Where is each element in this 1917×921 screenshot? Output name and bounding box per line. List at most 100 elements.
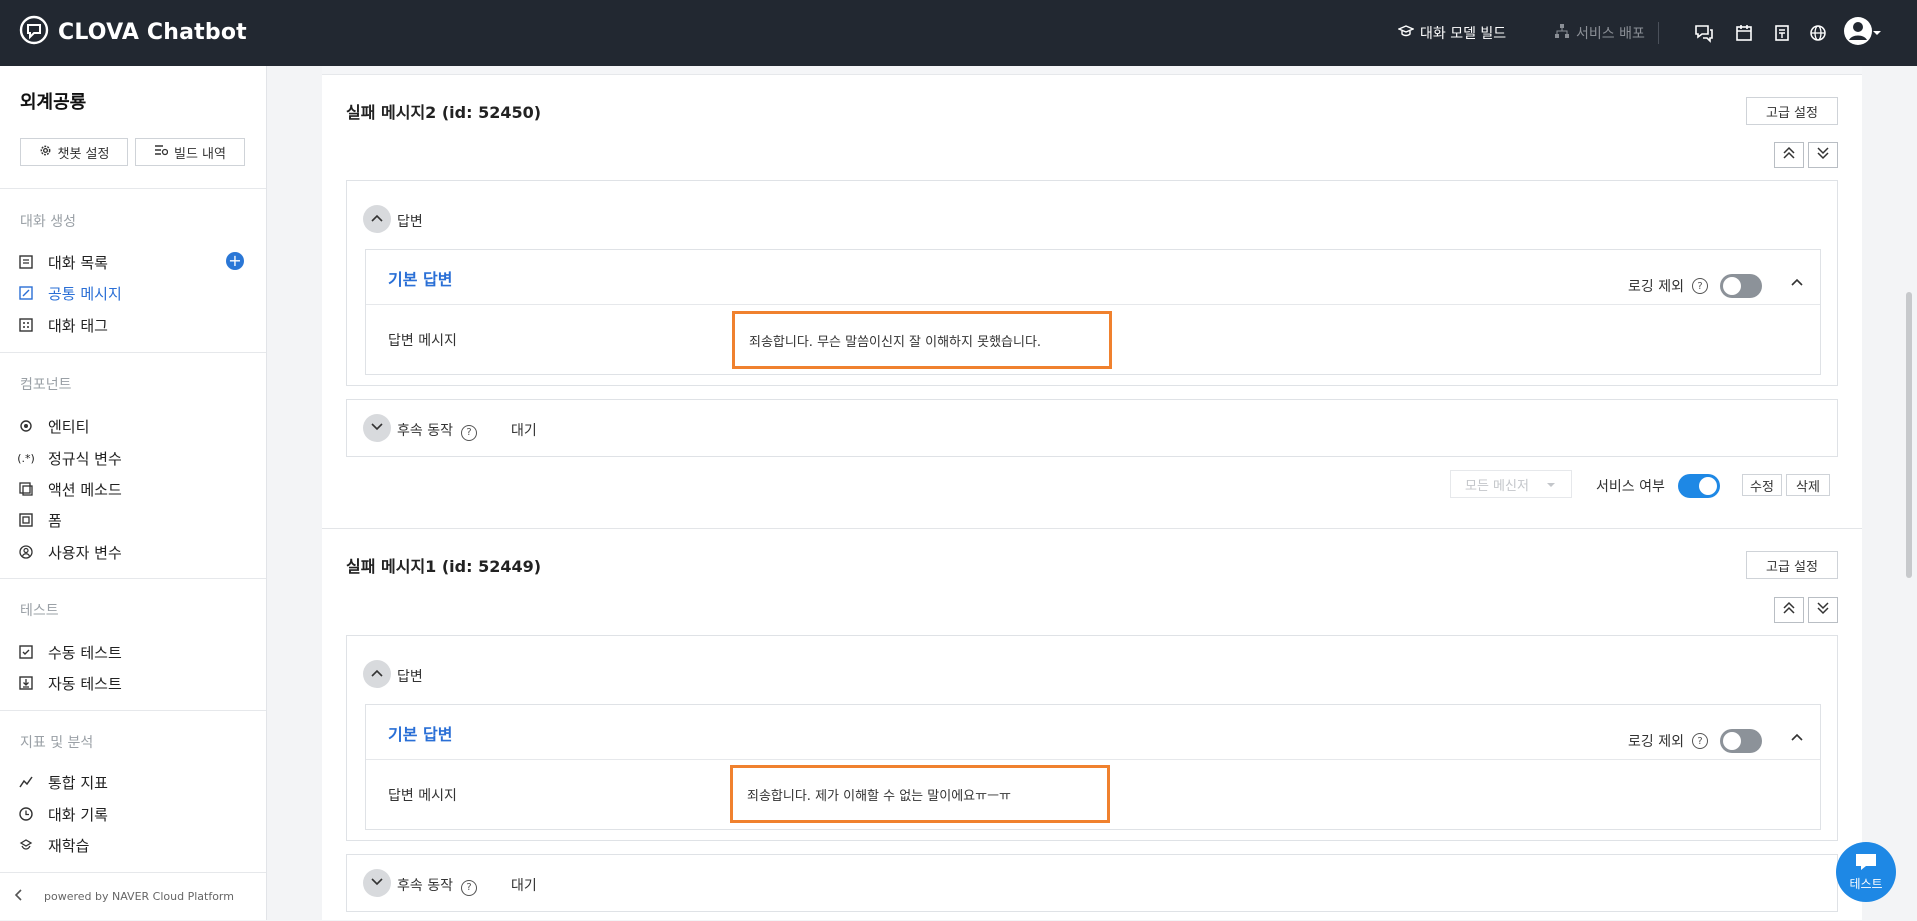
section-title-component: 컴포넌트	[20, 377, 72, 393]
sidebar-divider	[0, 710, 266, 711]
advanced-settings-button[interactable]: 고급 설정	[1746, 551, 1838, 579]
sidebar-item-label: 재학습	[48, 836, 90, 855]
answer-collapse-button[interactable]	[363, 205, 391, 233]
sidebar-item-common-message[interactable]: 공통 메시지	[18, 281, 248, 305]
double-chevron-up-icon	[1782, 601, 1796, 619]
sidebar-item-entity[interactable]: 엔티티	[18, 414, 248, 438]
default-answer-title: 기본 답변	[388, 270, 453, 289]
calendar-edit-icon[interactable]	[1732, 21, 1756, 45]
sidebar: 외계공룡 챗봇 설정 빌드 내역 대화 생성 대화 목록 + 공통 메시지 대화…	[0, 66, 267, 920]
message-card: 실패 메시지2 (id: 52450) 고급 설정 답변 기본 답변 로깅 제외…	[322, 66, 1862, 529]
chevron-up-icon	[370, 667, 384, 682]
caret-down-icon	[1546, 477, 1555, 492]
build-button[interactable]: 대화 모델 빌드	[1397, 20, 1506, 46]
answer-label: 답변	[397, 669, 423, 685]
follow-action-label: 후속 동작?	[397, 420, 477, 441]
chevron-up-icon[interactable]	[1790, 276, 1804, 291]
default-answer-title: 기본 답변	[388, 725, 453, 744]
globe-icon[interactable]	[1806, 21, 1830, 45]
card-top-edge	[322, 66, 1862, 75]
default-answer-box: 기본 답변 로깅 제외 ? 답변 메시지 죄송합니다. 제가 이해할 수 없는 …	[365, 704, 1821, 830]
follow-action-section: 후속 동작? 대기	[346, 399, 1838, 457]
collapse-sidebar-icon[interactable]	[14, 888, 24, 906]
messenger-select[interactable]: 모든 메신저	[1450, 470, 1572, 498]
logging-label: 로깅 제외	[1628, 734, 1684, 750]
sidebar-item-label: 대화 태그	[48, 316, 108, 335]
plus-icon: +	[228, 251, 242, 270]
line-chart-icon	[18, 774, 34, 790]
tag-grid-icon	[18, 317, 34, 333]
retrain-icon	[18, 837, 34, 853]
sidebar-item-dialog-log[interactable]: 대화 기록	[18, 802, 248, 826]
move-bottom-button[interactable]	[1808, 142, 1838, 168]
messenger-select-value: 모든 메신저	[1465, 478, 1529, 494]
sidebar-item-manual-test[interactable]: 수동 테스트	[18, 640, 248, 664]
delete-button[interactable]: 삭제	[1786, 474, 1830, 496]
sidebar-item-regex[interactable]: (.*) 정규식 변수	[17, 446, 248, 470]
help-icon[interactable]: ?	[1692, 278, 1708, 294]
message-title: 실패 메시지1 (id: 52449)	[346, 557, 542, 576]
sidebar-item-auto-test[interactable]: 자동 테스트	[18, 671, 248, 695]
brand[interactable]: CLOVA Chatbot	[18, 14, 247, 50]
move-top-button[interactable]	[1774, 597, 1804, 623]
follow-action-expand-button[interactable]	[363, 869, 391, 897]
follow-action-text: 후속 동작	[397, 878, 453, 894]
answer-message-text[interactable]: 죄송합니다. 무슨 말씀이신지 잘 이해하지 못했습니다.	[732, 311, 1112, 369]
sidebar-item-label: 자동 테스트	[48, 674, 122, 693]
message-edit-icon	[18, 285, 34, 301]
follow-action-expand-button[interactable]	[363, 414, 391, 442]
logging-toggle[interactable]	[1720, 729, 1762, 753]
logging-toggle[interactable]	[1720, 274, 1762, 298]
sidebar-item-action-method[interactable]: 액션 메소드	[18, 477, 248, 501]
document-icon[interactable]	[1770, 21, 1794, 45]
sidebar-item-dialog-list[interactable]: 대화 목록	[18, 250, 248, 274]
card-actions: 모든 메신저 서비스 여부 수정 삭제	[322, 470, 1862, 500]
help-icon[interactable]: ?	[460, 879, 477, 896]
help-icon[interactable]: ?	[460, 424, 477, 441]
answer-message-text[interactable]: 죄송합니다. 제가 이해할 수 없는 말이에요ㅠㅡㅠ	[730, 765, 1110, 823]
chatbot-settings-button[interactable]: 챗봇 설정	[20, 138, 128, 166]
build-history-button[interactable]: 빌드 내역	[135, 138, 245, 166]
move-top-button[interactable]	[1774, 142, 1804, 168]
test-chat-button[interactable]: 테스트	[1836, 842, 1896, 902]
section-title-analytics: 지표 및 분석	[20, 735, 94, 751]
build-list-icon	[154, 144, 169, 161]
sidebar-item-label: 수동 테스트	[48, 643, 122, 662]
sidebar-item-retrain[interactable]: 재학습	[18, 833, 248, 857]
sidebar-item-label: 공통 메시지	[48, 284, 122, 303]
help-icon[interactable]: ?	[1692, 733, 1708, 749]
logging-exclude: 로깅 제외 ?	[1628, 274, 1762, 298]
divider	[366, 304, 1820, 305]
sidebar-item-form[interactable]: 폼	[18, 508, 248, 532]
chevron-down-icon	[370, 421, 384, 436]
answer-section: 답변 기본 답변 로깅 제외 ? 답변 메시지 죄송합니다. 제가 이해할 수 …	[346, 635, 1838, 841]
sidebar-item-dialog-tag[interactable]: 대화 태그	[18, 313, 248, 337]
chevron-up-icon[interactable]	[1790, 731, 1804, 746]
brand-title: CLOVA Chatbot	[58, 19, 247, 45]
answer-message-label: 답변 메시지	[388, 788, 457, 804]
sidebar-footer: powered by NAVER Cloud Platform	[0, 872, 266, 921]
edit-button[interactable]: 수정	[1742, 474, 1782, 496]
page-scrollbar[interactable]	[1906, 292, 1912, 578]
sidebar-item-label: 대화 목록	[48, 253, 108, 272]
deploy-label: 서비스 배포	[1576, 26, 1645, 42]
section-title-test: 테스트	[20, 603, 59, 619]
sidebar-divider	[0, 352, 266, 353]
deploy-button[interactable]: 서비스 배포	[1554, 20, 1645, 46]
answer-collapse-button[interactable]	[363, 660, 391, 688]
message-title: 실패 메시지2 (id: 52450)	[346, 103, 542, 122]
service-toggle[interactable]	[1678, 474, 1720, 498]
build-history-label: 빌드 내역	[174, 146, 226, 162]
list-icon	[18, 254, 34, 270]
add-dialog-button[interactable]: +	[226, 252, 244, 270]
move-bottom-button[interactable]	[1808, 597, 1838, 623]
user-avatar-menu[interactable]	[1842, 17, 1882, 45]
sidebar-item-user-variable[interactable]: 사용자 변수	[18, 540, 248, 564]
message-card: 실패 메시지1 (id: 52449) 고급 설정 답변 기본 답변 로깅 제외…	[322, 529, 1862, 920]
sidebar-item-metrics[interactable]: 통합 지표	[18, 770, 248, 794]
header-divider	[1658, 22, 1659, 44]
sidebar-item-label: 통합 지표	[48, 773, 108, 792]
chat-bubbles-icon[interactable]	[1692, 21, 1716, 45]
clova-logo-icon	[18, 14, 50, 50]
advanced-settings-button[interactable]: 고급 설정	[1746, 97, 1838, 125]
